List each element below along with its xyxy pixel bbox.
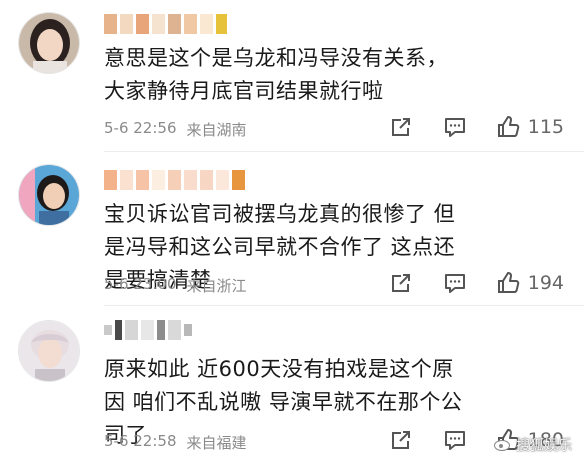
username-pixelated[interactable] [104, 12, 227, 36]
username-pixelated[interactable] [104, 168, 245, 192]
comment-actions: 194 [388, 270, 564, 296]
like-count: 115 [527, 116, 564, 138]
share-icon[interactable] [388, 427, 414, 453]
comment-item: 宝贝诉讼官司被摆乌龙真的很惨了 但是冯导和这公司早就不合作了 这点还是要搞清楚 … [0, 152, 584, 306]
comment-meta: 5-6 22:56 来自湖南 [104, 119, 247, 140]
comment-icon[interactable] [442, 114, 468, 140]
watermark-text: 搜狐娱乐 [516, 438, 572, 454]
comment-location: 来自浙江 [186, 277, 247, 295]
comment-icon[interactable] [442, 270, 468, 296]
share-icon[interactable] [388, 270, 414, 296]
comment-meta: 5-6 23:00 来自浙江 [104, 275, 247, 296]
username-pixelated[interactable] [104, 318, 192, 342]
comment-location: 来自福建 [186, 434, 247, 452]
avatar[interactable] [18, 164, 80, 226]
weibo-logo-icon [494, 436, 512, 455]
like-icon[interactable] [496, 114, 522, 140]
comment-time: 5-6 22:58 [104, 432, 177, 450]
share-icon[interactable] [388, 114, 414, 140]
comment-meta: 5-6 22:58 来自福建 [104, 432, 247, 453]
watermark: 搜狐娱乐 [494, 435, 572, 455]
comment-item: 意思是这个是乌龙和冯导没有关系，大家静待月底官司结果就行啦 5-6 22:56 … [0, 0, 584, 152]
comment-time: 5-6 22:56 [104, 119, 177, 137]
comment-location: 来自湖南 [186, 121, 247, 139]
comment-time: 5-6 23:00 [104, 275, 177, 293]
like-icon[interactable] [496, 270, 522, 296]
avatar[interactable] [18, 320, 80, 382]
comment-text: 意思是这个是乌龙和冯导没有关系，大家静待月底官司结果就行啦 [104, 46, 448, 103]
comment-actions: 115 [388, 114, 564, 140]
like-count: 194 [527, 272, 564, 294]
comment-icon[interactable] [442, 427, 468, 453]
avatar[interactable] [18, 12, 80, 74]
